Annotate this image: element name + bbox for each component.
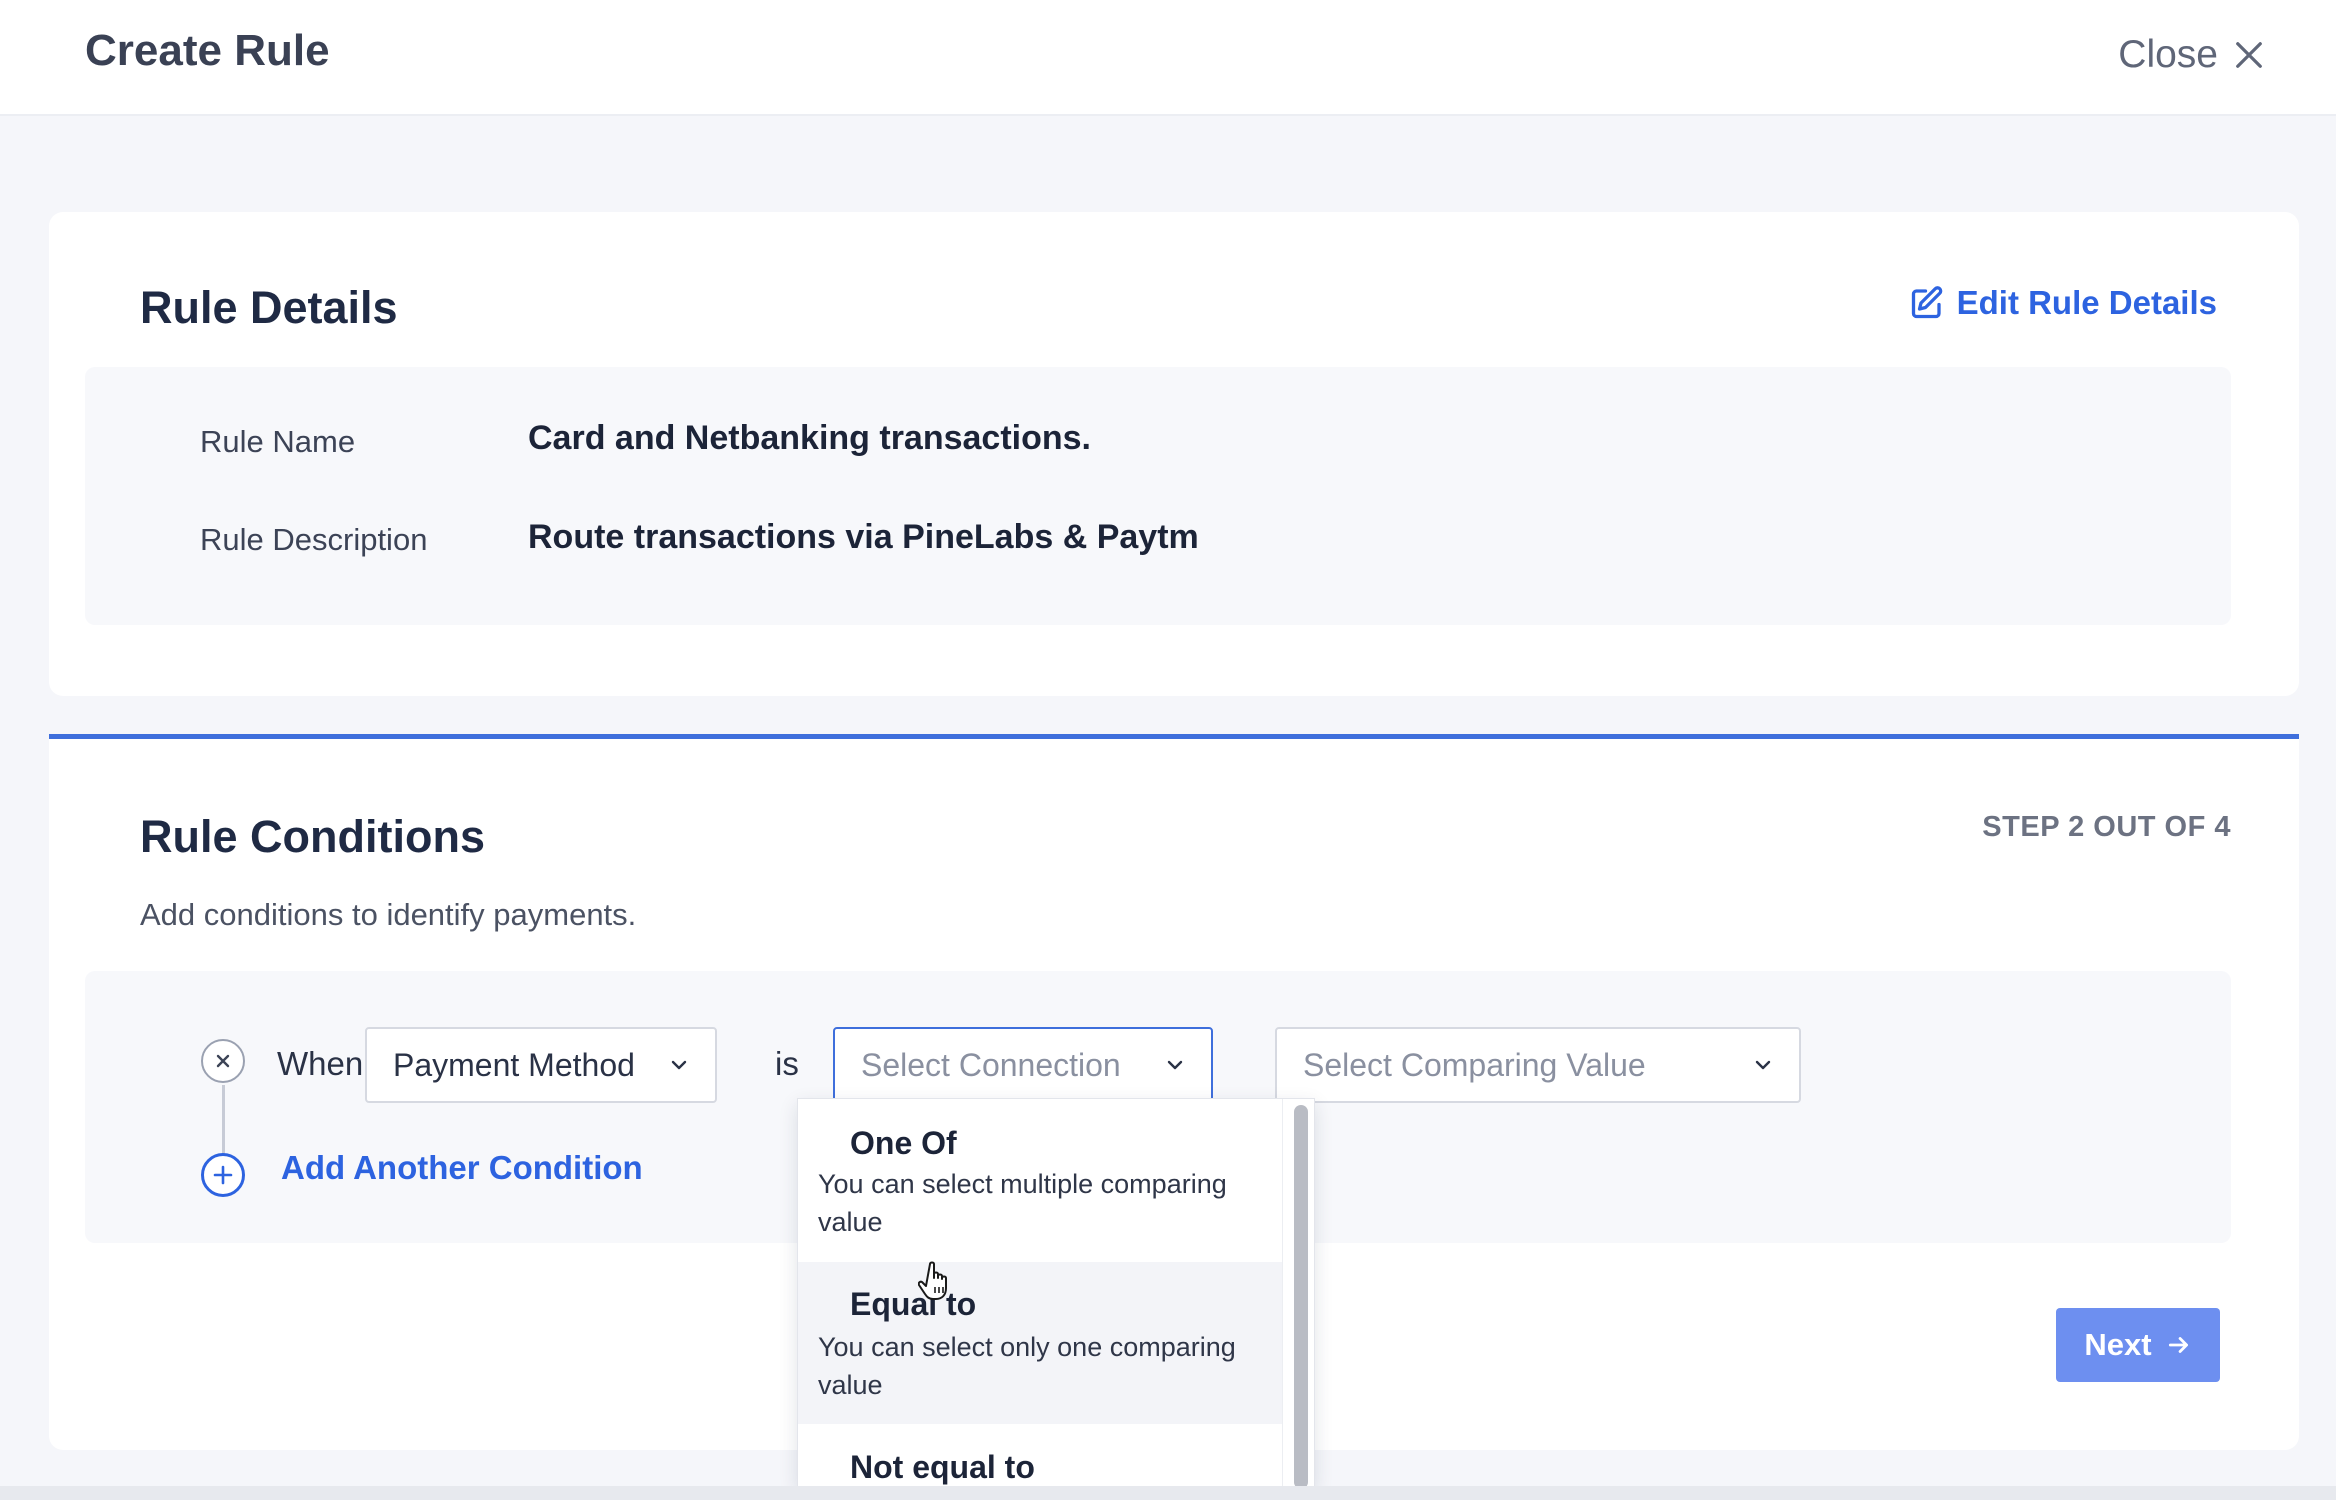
payment-method-value: Payment Method [393,1046,635,1083]
option-title: Not equal to [850,1449,1035,1485]
dropdown-scrollbar[interactable] [1282,1099,1314,1487]
chevron-down-icon [1167,1060,1183,1070]
add-another-condition-link[interactable]: Add Another Condition [281,1149,643,1187]
add-condition-button[interactable] [201,1153,245,1197]
connection-dropdown-menu: One Of You can select multiple comparing… [797,1098,1315,1488]
close-icon [216,1054,230,1068]
option-description: You can select only one comparing value [818,1332,1236,1400]
close-label: Close [2118,33,2218,76]
bottom-strip [0,1486,2336,1500]
chevron-down-icon [671,1060,687,1070]
rule-description-value: Route transactions via PineLabs & Paytm [528,518,1199,556]
plus-icon [213,1165,233,1185]
top-bar: Create Rule Close [0,0,2336,116]
page-title: Create Rule [85,26,330,75]
rule-name-label: Rule Name [200,424,356,459]
comparing-value-select[interactable]: Select Comparing Value [1275,1027,1801,1103]
rule-details-card: Rule Details Edit Rule Details Rule Name… [49,212,2299,696]
close-icon [2236,42,2262,68]
dropdown-option-equal-to[interactable]: Equal to You can select only one compari… [798,1262,1282,1424]
rule-details-panel: Rule Name Card and Netbanking transactio… [85,367,2231,625]
chevron-down-icon [1755,1060,1771,1070]
payment-method-select[interactable]: Payment Method [365,1027,717,1103]
dropdown-option-one-of[interactable]: One Of You can select multiple comparing… [798,1099,1282,1261]
option-title: One Of [850,1125,957,1161]
next-label: Next [2084,1327,2152,1362]
is-label: is [775,1045,799,1082]
edit-rule-details-label: Edit Rule Details [1956,284,2217,321]
rule-conditions-title: Rule Conditions [140,811,485,862]
dropdown-option-not-equal-to[interactable]: Not equal to [798,1425,1282,1487]
rule-description-label: Rule Description [200,522,428,557]
connection-placeholder: Select Connection [861,1046,1121,1083]
rule-name-value: Card and Netbanking transactions. [528,419,1091,457]
option-title: Equal to [850,1286,977,1322]
arrow-right-icon [2168,1337,2188,1353]
option-description: You can select multiple comparing value [818,1169,1227,1237]
edit-rule-details-link[interactable]: Edit Rule Details [1909,284,2217,322]
rule-details-title: Rule Details [140,282,398,333]
remove-condition-button[interactable] [201,1039,245,1083]
conditions-subtitle: Add conditions to identify payments. [140,897,637,932]
dropdown-scrollbar-thumb[interactable] [1294,1105,1308,1487]
when-label: When [277,1045,364,1082]
step-indicator: STEP 2 OUT OF 4 [1982,811,2231,843]
connection-select[interactable]: Select Connection [833,1027,1213,1103]
comparing-value-placeholder: Select Comparing Value [1303,1046,1646,1083]
next-button[interactable]: Next [2056,1308,2220,1382]
edit-icon [1911,286,1942,319]
close-button[interactable]: Close [2118,30,2264,80]
